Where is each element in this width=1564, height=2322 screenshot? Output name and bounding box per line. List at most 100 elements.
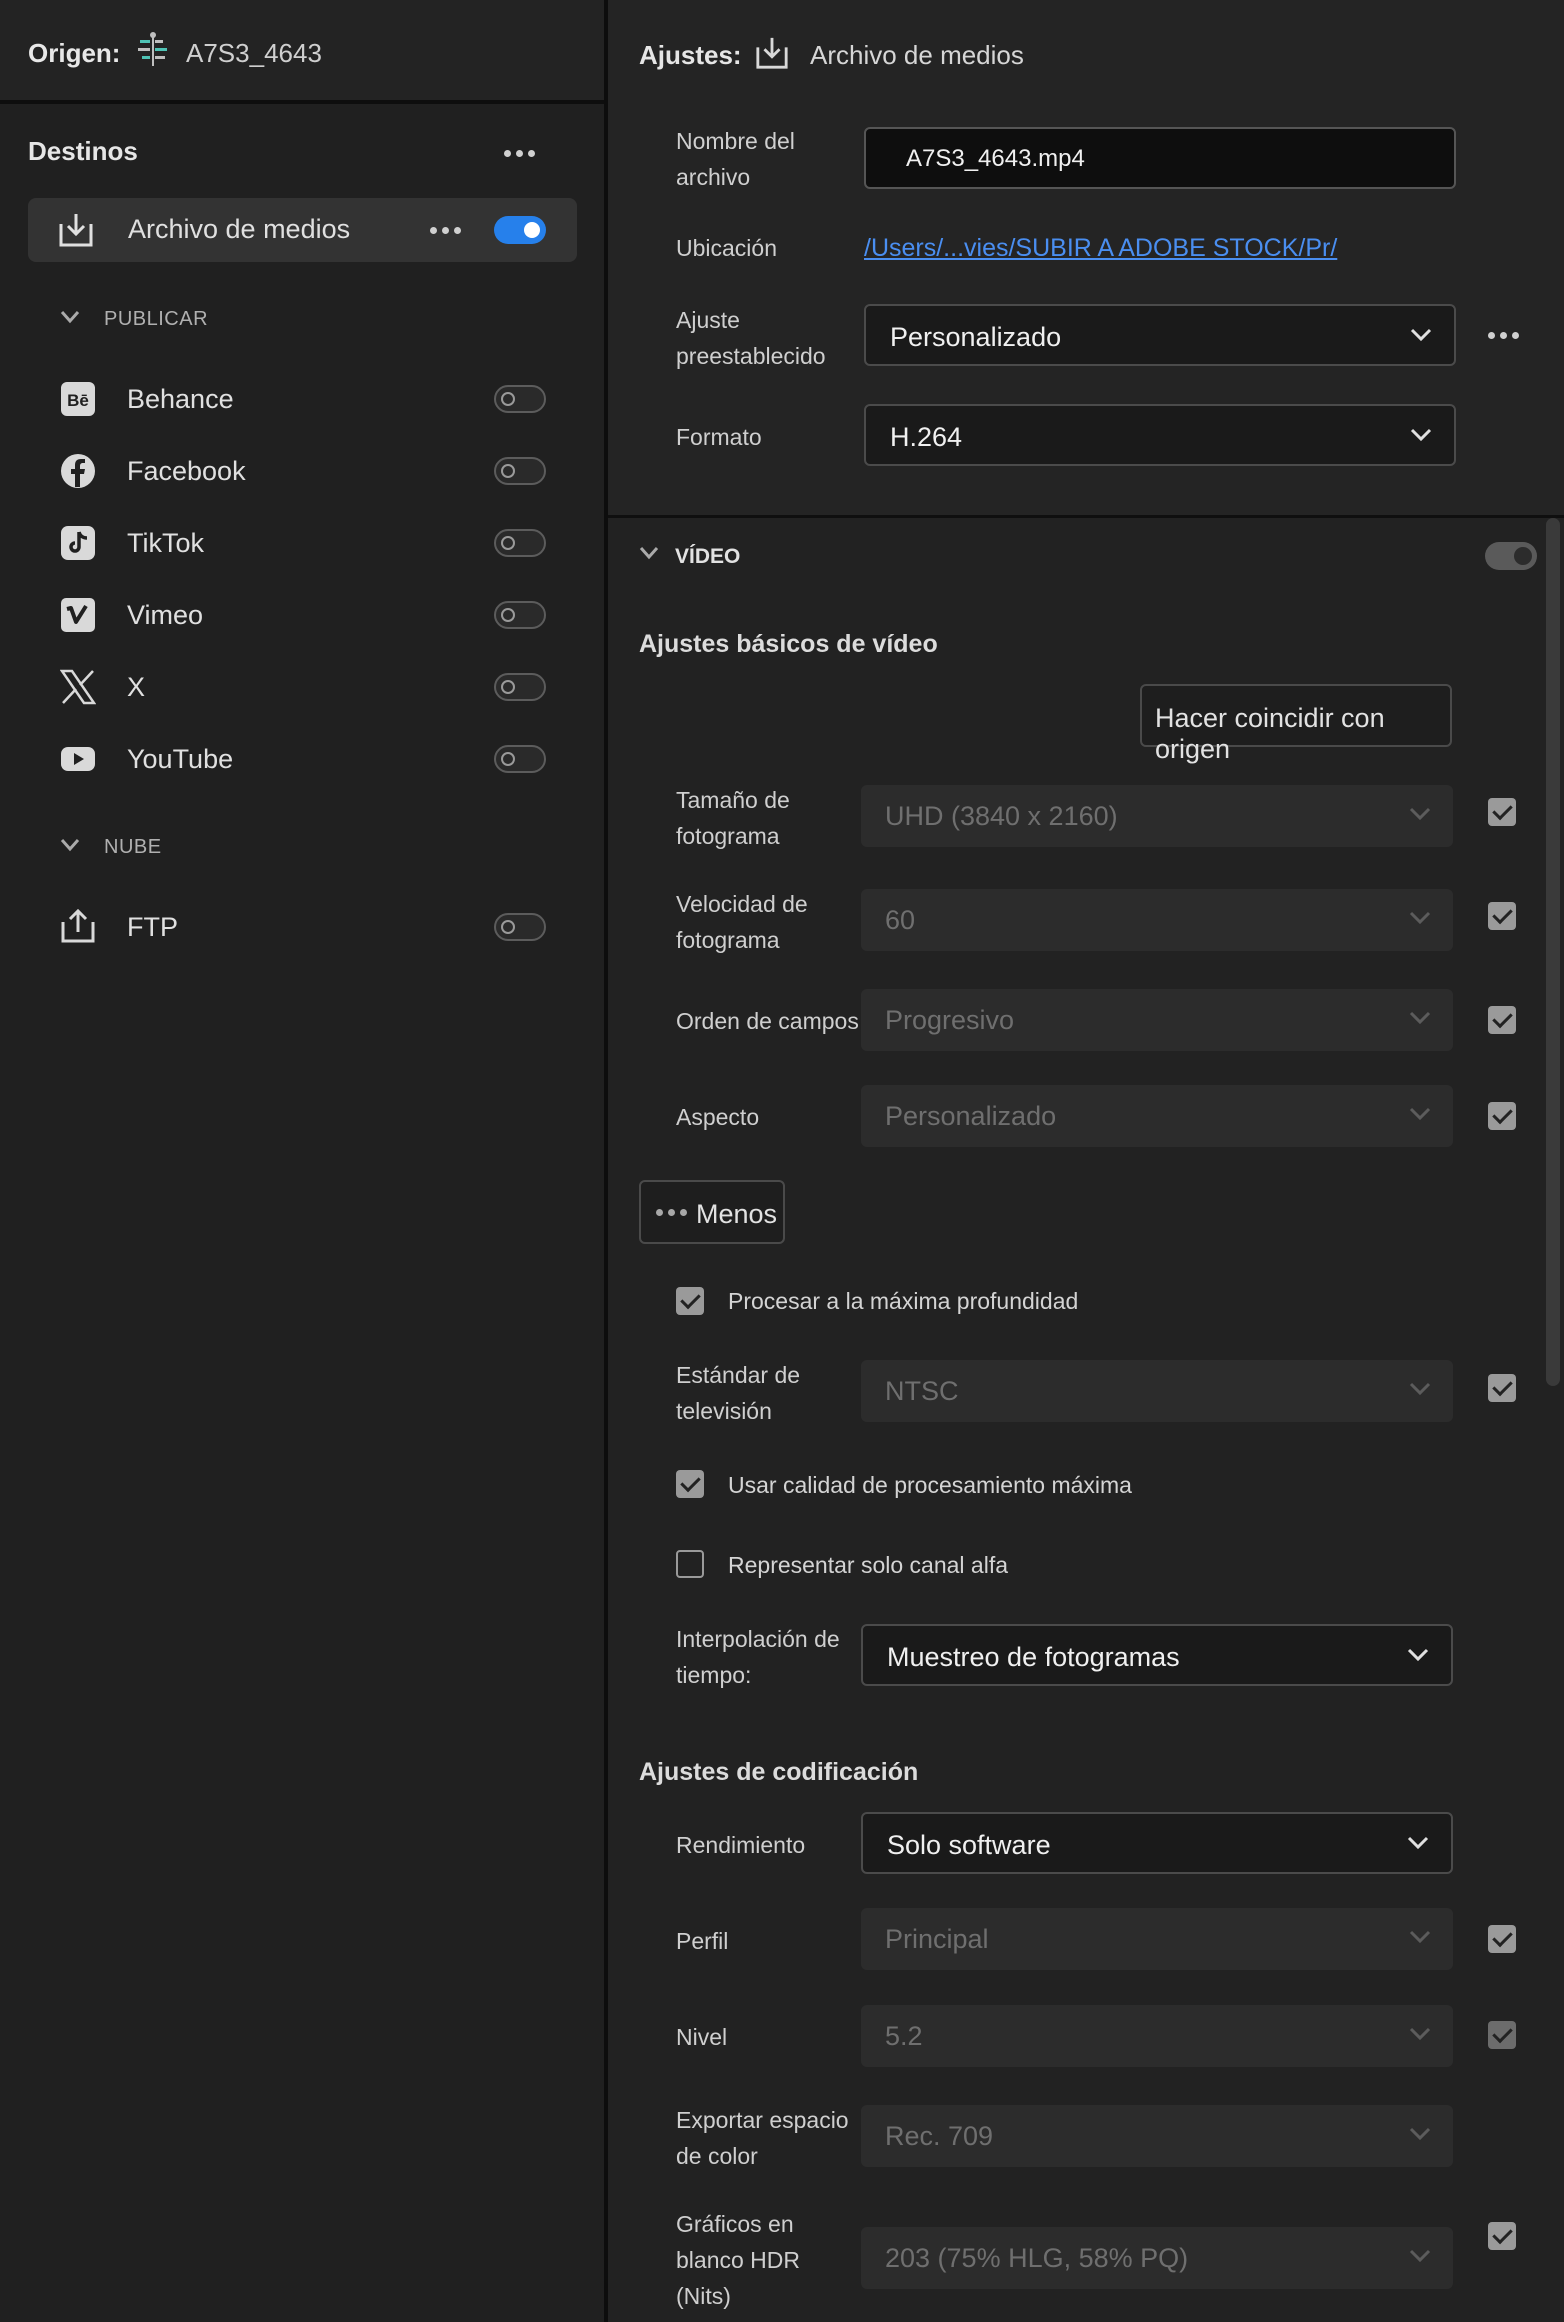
vimeo-label: Vimeo (127, 600, 204, 630)
tiktok-toggle[interactable] (494, 529, 546, 557)
level-select[interactable]: 5.2 (861, 2005, 1453, 2067)
vimeo-icon (61, 598, 95, 632)
frame-size-label: Tamaño de fotograma (676, 787, 790, 849)
max-quality-label: Usar calidad de procesamiento máxima (728, 1472, 1132, 1498)
frame-size-value: UHD (3840 x 2160) (885, 801, 1118, 831)
chevron-down-icon (1407, 1836, 1429, 1850)
field-order-select[interactable]: Progresivo (861, 989, 1453, 1051)
hdr-select[interactable]: 203 (75% HLG, 58% PQ) (861, 2227, 1453, 2289)
facebook-icon (61, 454, 95, 488)
color-space-label: Exportar espacio de color (676, 2107, 849, 2169)
more-icon (656, 1209, 687, 1216)
behance-toggle[interactable] (494, 385, 546, 413)
video-section-title[interactable]: VÍDEO (675, 545, 740, 569)
max-depth-label: Procesar a la máxima profundidad (728, 1288, 1079, 1314)
tv-standard-checkbox[interactable] (1488, 1374, 1516, 1402)
ftp-label: FTP (127, 912, 178, 942)
max-quality-checkbox[interactable] (676, 1470, 704, 1498)
chevron-down-icon (1409, 2249, 1431, 2263)
location-link[interactable]: /Users/...vies/SUBIR A ADOBE STOCK/Pr/ (864, 234, 1337, 263)
x-toggle[interactable] (494, 673, 546, 701)
chevron-down-icon (1409, 2127, 1431, 2141)
settings-label: Ajustes: (639, 40, 742, 70)
chevron-down-icon (1409, 1382, 1431, 1396)
download-icon (756, 37, 788, 69)
media-file-label: Archivo de medios (128, 214, 351, 244)
level-value: 5.2 (885, 2021, 923, 2051)
youtube-toggle[interactable] (494, 745, 546, 773)
field-order-value: Progresivo (885, 1005, 1015, 1035)
video-toggle[interactable] (1485, 542, 1537, 570)
level-checkbox[interactable] (1488, 2021, 1516, 2049)
chevron-down-icon[interactable] (639, 546, 659, 560)
frame-rate-value: 60 (885, 905, 916, 935)
profile-select[interactable]: Principal (861, 1908, 1453, 1970)
color-space-select[interactable]: Rec. 709 (861, 2105, 1453, 2167)
max-depth-checkbox[interactable] (676, 1287, 704, 1315)
x-label: X (127, 672, 146, 702)
publish-section-title[interactable]: PUBLICAR (104, 308, 208, 331)
destinations-more-icon[interactable] (504, 150, 535, 157)
source-label: Origen: (28, 38, 121, 68)
filename-value: A7S3_4643.mp4 (906, 145, 1085, 172)
tv-standard-select[interactable]: NTSC (861, 1360, 1453, 1422)
ftp-toggle[interactable] (494, 913, 546, 941)
time-interp-value: Muestreo de fotogramas (887, 1642, 1180, 1672)
sequence-icon (138, 32, 167, 66)
chevron-down-icon (1409, 2027, 1431, 2041)
chevron-down-icon (1409, 807, 1431, 821)
chevron-down-icon (1410, 328, 1432, 342)
behance-icon: Bē (61, 382, 95, 416)
format-value: H.264 (890, 422, 963, 452)
profile-checkbox[interactable] (1488, 1925, 1516, 1953)
destination-media-file[interactable]: Archivo de medios (28, 198, 577, 262)
less-button[interactable]: Menos (639, 1180, 785, 1244)
chevron-down-icon (1410, 428, 1432, 442)
alpha-only-checkbox[interactable] (676, 1550, 704, 1578)
encoding-title: Ajustes de codificación (639, 1758, 919, 1786)
chevron-down-icon (1407, 1648, 1429, 1662)
download-icon (59, 214, 93, 247)
preset-more-icon[interactable] (1488, 332, 1519, 339)
aspect-label: Aspecto (676, 1104, 760, 1130)
frame-size-checkbox[interactable] (1488, 798, 1516, 826)
field-order-checkbox[interactable] (1488, 1006, 1516, 1034)
hdr-checkbox[interactable] (1488, 2222, 1516, 2250)
format-label: Formato (676, 424, 762, 450)
settings-header: Ajustes: Archivo de medios Nombre del arc… (608, 0, 1564, 518)
preset-value: Personalizado (890, 322, 1062, 352)
frame-rate-select[interactable]: 60 (861, 889, 1453, 951)
source-name: A7S3_4643 (186, 38, 322, 68)
level-label: Nivel (676, 2024, 728, 2050)
tiktok-label: TikTok (127, 528, 205, 558)
hdr-label: Gráficos en blanco HDR (Nits) (676, 2211, 800, 2309)
cloud-section-title[interactable]: NUBE (104, 836, 162, 859)
filename-input[interactable]: A7S3_4643.mp4 (864, 127, 1456, 189)
preset-select[interactable]: Personalizado (864, 304, 1456, 366)
alpha-only-label: Representar solo canal alfa (728, 1552, 1008, 1578)
aspect-select[interactable]: Personalizado (861, 1085, 1453, 1147)
settings-scrollbar[interactable] (1546, 518, 1560, 1386)
chevron-down-icon[interactable] (60, 838, 80, 852)
media-file-more-icon[interactable] (430, 227, 461, 234)
settings-panel: Ajustes: Archivo de medios Nombre del arc… (608, 0, 1564, 2322)
frame-rate-checkbox[interactable] (1488, 902, 1516, 930)
facebook-toggle[interactable] (494, 457, 546, 485)
aspect-checkbox[interactable] (1488, 1102, 1516, 1130)
upload-icon (61, 908, 95, 943)
chevron-down-icon[interactable] (60, 310, 80, 324)
basic-video-title: Ajustes básicos de vídeo (639, 630, 938, 658)
time-interp-select[interactable]: Muestreo de fotogramas (861, 1624, 1453, 1686)
chevron-down-icon (1409, 911, 1431, 925)
aspect-value: Personalizado (885, 1101, 1057, 1131)
source-bar: Origen: A7S3_4643 (0, 0, 604, 104)
youtube-icon (61, 747, 95, 771)
frame-size-select[interactable]: UHD (3840 x 2160) (861, 785, 1453, 847)
match-source-button[interactable]: Hacer coincidir con origen (1140, 684, 1452, 764)
media-file-toggle[interactable] (494, 216, 546, 244)
profile-label: Perfil (676, 1928, 729, 1954)
performance-select[interactable]: Solo software (861, 1812, 1453, 1874)
vimeo-toggle[interactable] (494, 601, 546, 629)
format-select[interactable]: H.264 (864, 404, 1456, 466)
chevron-down-icon (1409, 1107, 1431, 1121)
